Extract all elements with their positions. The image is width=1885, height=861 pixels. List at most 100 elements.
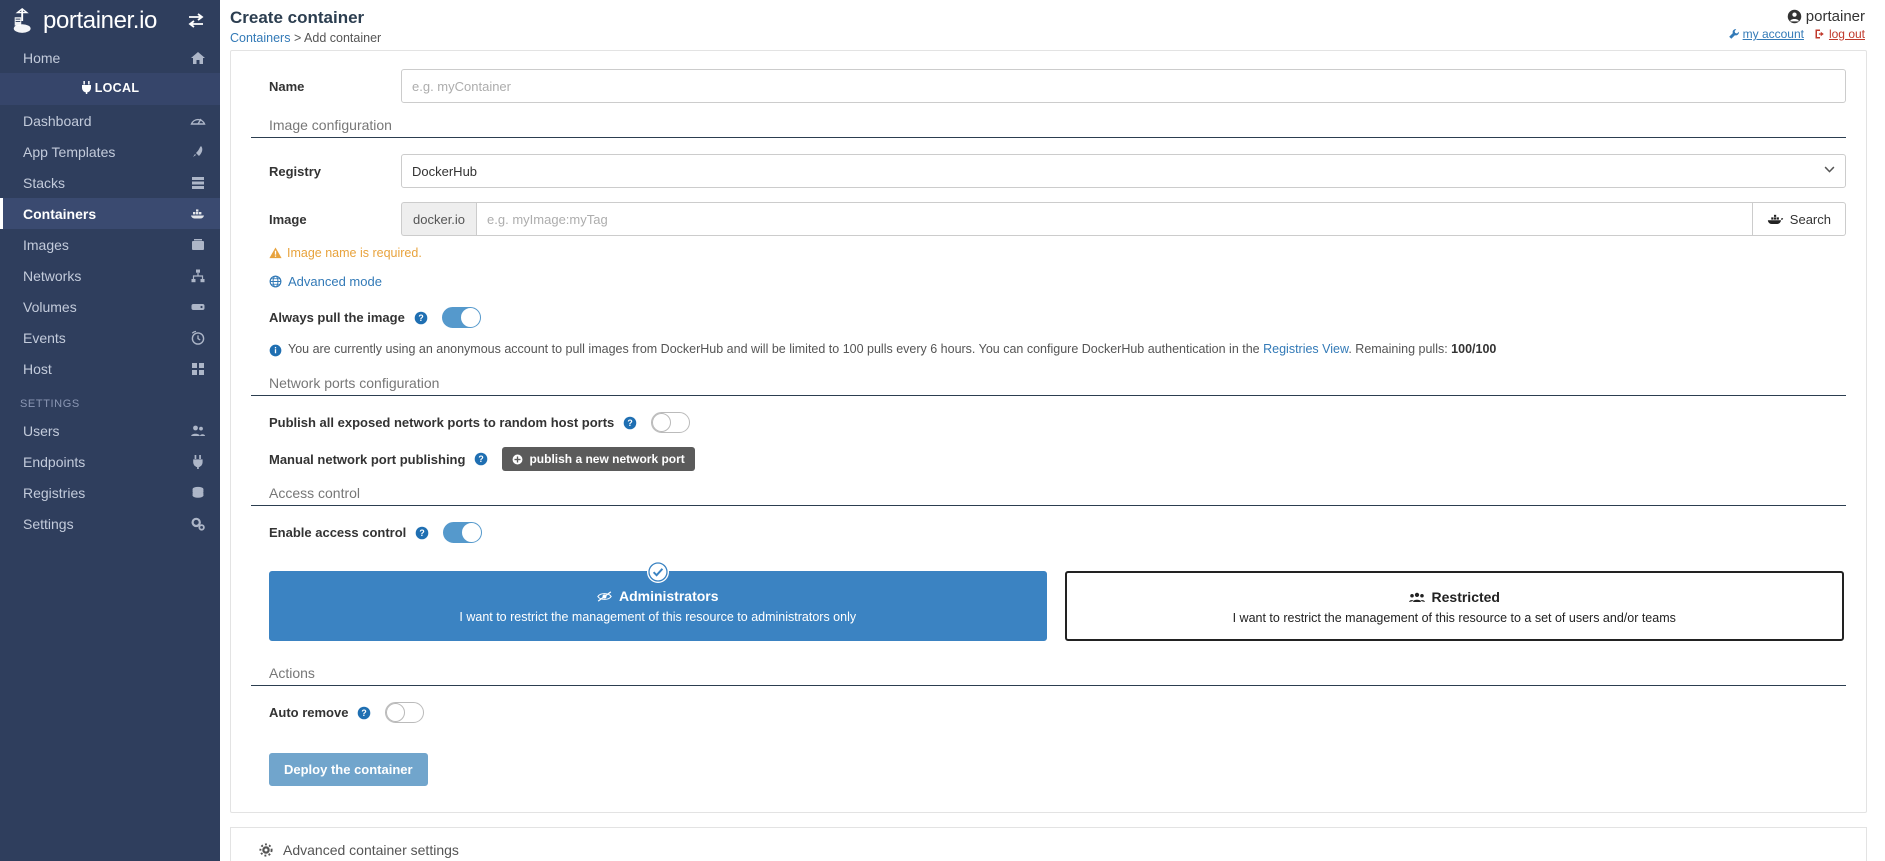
collapse-sidebar-icon[interactable] bbox=[186, 11, 206, 31]
access-card-administrators[interactable]: Administrators I want to restrict the ma… bbox=[269, 561, 1047, 641]
dockerhub-note-text: You are currently using an anonymous acc… bbox=[288, 342, 1496, 356]
image-row: Image docker.io e.g. myImage:myTag Searc… bbox=[251, 202, 1846, 236]
sidebar-item-settings[interactable]: Settings bbox=[0, 508, 220, 539]
dashboard-icon bbox=[190, 118, 206, 125]
image-control: docker.io Search bbox=[401, 202, 1846, 236]
brand-logo[interactable]: portainer.io bbox=[10, 6, 157, 36]
access-card-restricted[interactable]: Restricted I want to restrict the manage… bbox=[1064, 571, 1844, 641]
image-search-label: Search bbox=[1789, 211, 1831, 227]
volumes-icon bbox=[191, 303, 205, 310]
sidebar-item-containers[interactable]: Containers bbox=[0, 198, 220, 229]
access-card-title: Administrators bbox=[280, 588, 1036, 604]
image-registry-prefix: docker.io bbox=[401, 202, 477, 236]
sidebar-item-images[interactable]: Images bbox=[0, 229, 220, 260]
manual-port-publishing-label: Manual network port publishing bbox=[269, 451, 466, 467]
home-icon bbox=[191, 51, 205, 64]
registry-control: DockerHub bbox=[401, 154, 1846, 188]
toggle-knob bbox=[460, 308, 480, 327]
users-group-icon bbox=[1408, 592, 1425, 602]
eye-slash-icon bbox=[597, 590, 612, 602]
svg-text:?: ? bbox=[628, 418, 633, 428]
sidebar-item-label: Host bbox=[23, 360, 52, 377]
question-circle-icon[interactable]: ? bbox=[623, 416, 637, 430]
image-search-button[interactable]: Search bbox=[1752, 202, 1846, 236]
enable-access-control-row: Enable access control ? bbox=[251, 522, 1846, 543]
dockerhub-note-text-after: . Remaining pulls: bbox=[1348, 342, 1452, 356]
sidebar-item-volumes[interactable]: Volumes bbox=[0, 291, 220, 322]
auto-remove-toggle[interactable] bbox=[385, 702, 425, 723]
network-ports-section-title: Network ports configuration bbox=[251, 375, 1846, 396]
name-control bbox=[401, 69, 1846, 103]
stacks-icon bbox=[192, 176, 204, 189]
image-validation-error-text: Image name is required. bbox=[287, 246, 422, 260]
deploy-container-button[interactable]: Deploy the container bbox=[269, 753, 428, 786]
svg-text:?: ? bbox=[418, 313, 423, 323]
sidebar-item-events[interactable]: Events bbox=[0, 322, 220, 353]
sidebar-item-endpoints[interactable]: Endpoints bbox=[0, 446, 220, 477]
networks-icon bbox=[191, 269, 205, 282]
sidebar-item-label: Images bbox=[23, 236, 69, 253]
access-control-section-title: Access control bbox=[251, 485, 1846, 506]
app-root: portainer.io Home LOCAL Dashboard App Te… bbox=[0, 0, 1885, 861]
sidebar-item-label: Home bbox=[23, 49, 61, 66]
account-area: portainer my account log out bbox=[1728, 8, 1865, 41]
account-username: portainer bbox=[1805, 8, 1865, 25]
image-input[interactable] bbox=[476, 202, 1753, 236]
registry-select-wrapper: DockerHub bbox=[401, 154, 1846, 188]
breadcrumb-containers-link[interactable]: Containers bbox=[230, 31, 290, 45]
question-circle-icon[interactable]: ? bbox=[357, 706, 371, 720]
question-circle-icon[interactable]: ? bbox=[415, 526, 429, 540]
question-circle-icon[interactable]: ? bbox=[474, 452, 488, 466]
sidebar-item-label: App Templates bbox=[23, 143, 116, 160]
svg-text:?: ? bbox=[479, 454, 484, 464]
dockerhub-rate-limit-note: You are currently using an anonymous acc… bbox=[251, 342, 1846, 357]
name-input[interactable] bbox=[401, 69, 1846, 103]
always-pull-row: Always pull the image ? bbox=[251, 307, 1846, 328]
access-control-cards: Administrators I want to restrict the ma… bbox=[251, 557, 1844, 647]
brand-name: portainer.io bbox=[43, 7, 157, 34]
endpoint-badge: LOCAL bbox=[0, 73, 220, 105]
sidebar-item-networks[interactable]: Networks bbox=[0, 260, 220, 291]
globe-icon bbox=[269, 275, 282, 288]
plug-icon bbox=[81, 81, 91, 94]
warning-triangle-icon bbox=[269, 247, 282, 259]
main-content: Create container Containers > Add contai… bbox=[220, 0, 1885, 861]
registry-select[interactable]: DockerHub bbox=[401, 154, 1846, 188]
database-icon bbox=[192, 486, 204, 498]
sidebar-item-app-templates[interactable]: App Templates bbox=[0, 136, 220, 167]
sidebar-item-label: Stacks bbox=[23, 174, 66, 191]
create-container-panel: Name Image configuration Registry Docker… bbox=[230, 50, 1867, 813]
sidebar-item-host[interactable]: Host bbox=[0, 353, 220, 384]
advanced-container-settings-link[interactable]: Advanced container settings bbox=[251, 842, 1846, 858]
sidebar-item-dashboard[interactable]: Dashboard bbox=[0, 105, 220, 136]
breadcrumb-current: Add container bbox=[304, 30, 382, 45]
my-account-link[interactable]: my account bbox=[1728, 27, 1804, 41]
users-icon bbox=[191, 425, 205, 436]
sidebar-item-label: Networks bbox=[23, 267, 82, 284]
enable-access-control-toggle[interactable] bbox=[443, 522, 483, 543]
advanced-mode-link[interactable]: Advanced mode bbox=[251, 274, 382, 289]
access-card-title: Restricted bbox=[1077, 589, 1833, 605]
sidebar-logo-row: portainer.io bbox=[0, 0, 220, 42]
logout-link[interactable]: log out bbox=[1814, 27, 1865, 41]
question-circle-icon[interactable]: ? bbox=[414, 311, 428, 325]
access-card-title-label: Administrators bbox=[618, 588, 719, 604]
images-icon bbox=[192, 238, 204, 250]
endpoint-badge-label: LOCAL bbox=[94, 81, 140, 95]
events-clock-icon bbox=[191, 330, 205, 345]
remaining-pulls-value: 100/100 bbox=[1451, 342, 1497, 356]
sidebar-item-home[interactable]: Home bbox=[0, 42, 220, 73]
sidebar-filler bbox=[0, 539, 220, 861]
sidebar-item-label: Volumes bbox=[23, 298, 77, 315]
sidebar-item-label: Containers bbox=[23, 205, 97, 222]
sidebar-item-registries[interactable]: Registries bbox=[0, 477, 220, 508]
sidebar: portainer.io Home LOCAL Dashboard App Te… bbox=[0, 0, 220, 861]
registry-label: Registry bbox=[269, 163, 322, 179]
registries-view-link[interactable]: Registries View bbox=[1263, 342, 1348, 356]
publish-new-network-port-button[interactable]: publish a new network port bbox=[502, 447, 695, 471]
publish-all-ports-toggle[interactable] bbox=[651, 412, 691, 433]
always-pull-toggle[interactable] bbox=[441, 307, 481, 328]
image-configuration-section-title: Image configuration bbox=[251, 117, 1846, 138]
sidebar-item-users[interactable]: Users bbox=[0, 415, 220, 446]
sidebar-item-stacks[interactable]: Stacks bbox=[0, 167, 220, 198]
